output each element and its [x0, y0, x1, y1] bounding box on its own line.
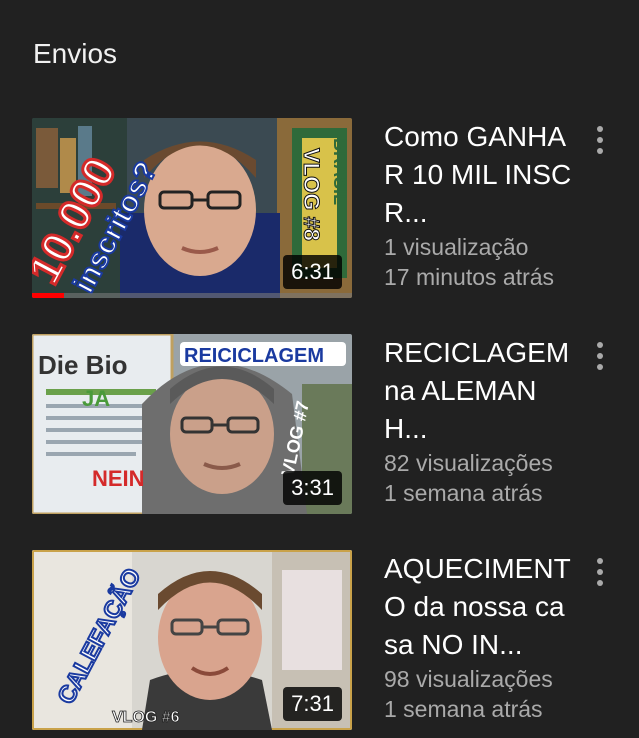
thumbnail-text: VLOG #6 — [112, 709, 180, 726]
video-meta: AQUECIMENTO da nossa casa NO IN... 98 vi… — [384, 548, 576, 724]
watch-progress-bar — [32, 293, 352, 298]
more-options-button[interactable] — [586, 340, 614, 382]
video-age: 17 minutos atrás — [384, 264, 555, 290]
video-item[interactable]: 10.000 inscritos? VLOG #8 BRASIL 6:31 Co… — [0, 116, 639, 306]
video-views: 82 visualizações — [384, 450, 553, 476]
section-title: Envios — [33, 38, 118, 69]
watch-progress-fill — [32, 293, 64, 298]
video-item[interactable]: CALEFAÇÃO VLOG #6 7:31 AQUECIMENTO da no… — [0, 548, 639, 738]
video-thumbnail[interactable]: REICICLAGEM Die Bio JA NEIN VLOG #7 3:31 — [32, 334, 352, 514]
video-age: 1 semana atrás — [384, 480, 543, 506]
video-views: 1 visualização — [384, 234, 529, 260]
duration-badge: 7:31 — [283, 687, 342, 721]
duration-badge: 3:31 — [283, 471, 342, 505]
more-options-button[interactable] — [586, 124, 614, 166]
thumbnail-text: JA — [82, 386, 110, 411]
more-vert-icon — [597, 558, 603, 564]
more-options-button[interactable] — [586, 556, 614, 598]
more-vert-icon — [597, 126, 603, 132]
thumbnail-text: VLOG #8 — [299, 148, 324, 241]
thumbnail-text: Die Bio — [38, 350, 128, 380]
video-thumbnail[interactable]: 10.000 inscritos? VLOG #8 BRASIL 6:31 — [32, 118, 352, 298]
video-meta: Como GANHAR 10 MIL INSCR... 1 visualizaç… — [384, 116, 576, 292]
more-vert-icon — [597, 342, 603, 348]
video-views: 98 visualizações — [384, 666, 553, 692]
thumbnail-text: NEIN — [92, 466, 145, 491]
video-thumbnail[interactable]: CALEFAÇÃO VLOG #6 7:31 — [32, 550, 352, 730]
video-title[interactable]: RECICLAGEM na ALEMANH... — [384, 332, 576, 448]
duration-badge: 6:31 — [283, 255, 342, 289]
video-age: 1 semana atrás — [384, 696, 543, 722]
video-item[interactable]: REICICLAGEM Die Bio JA NEIN VLOG #7 3:31… — [0, 332, 639, 522]
video-title[interactable]: Como GANHAR 10 MIL INSCR... — [384, 116, 576, 232]
video-title[interactable]: AQUECIMENTO da nossa casa NO IN... — [384, 548, 576, 664]
thumbnail-text: REICICLAGEM — [184, 345, 324, 367]
thumbnail-text: BRASIL — [330, 138, 350, 205]
video-meta: RECICLAGEM na ALEMANH... 82 visualizaçõe… — [384, 332, 576, 508]
